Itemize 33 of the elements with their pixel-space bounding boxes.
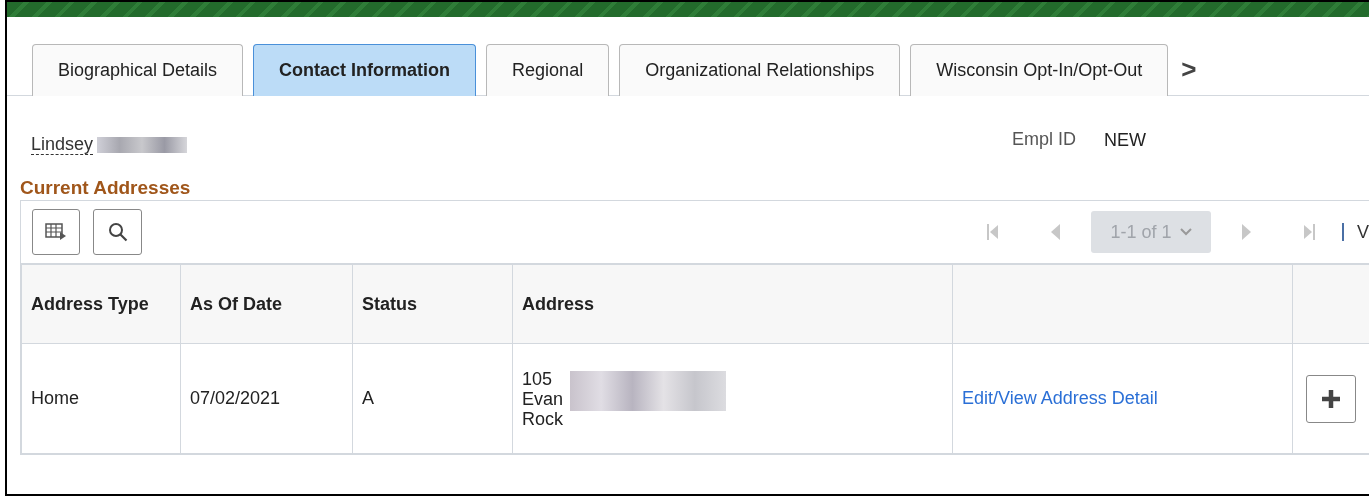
section-title: Current Addresses (19, 177, 192, 199)
table-icon (45, 222, 67, 242)
previous-page-icon[interactable] (1049, 223, 1061, 241)
plus-icon (1320, 387, 1342, 410)
empl-id-label: Empl ID (1012, 128, 1077, 151)
chevron-down-icon (1179, 228, 1192, 236)
column-header: As Of Date (180, 264, 353, 344)
grid-options-button[interactable] (32, 209, 80, 255)
address-line: 105 (522, 368, 553, 389)
next-page-icon[interactable] (1241, 223, 1253, 241)
column-header: Status (352, 264, 513, 344)
address-line: Rock (522, 408, 563, 429)
tab[interactable]: Regional (486, 44, 610, 96)
add-row-button[interactable] (1306, 374, 1356, 423)
tab[interactable]: Contact Information (253, 44, 477, 96)
table-cell: A (352, 343, 513, 454)
tab[interactable]: Wisconsin Opt-In/Opt-Out (910, 44, 1169, 96)
edit-address-link[interactable]: Edit/View Address Detail (962, 388, 1158, 408)
search-button[interactable] (93, 209, 142, 255)
employee-name: Lindsey (31, 134, 94, 155)
empl-id-value: NEW (1104, 129, 1147, 152)
table-cell: Home (21, 343, 181, 454)
column-header: Address Type (21, 264, 181, 344)
first-page-icon[interactable] (987, 223, 999, 241)
table-cell: 07/02/2021 (180, 343, 353, 454)
tab-scroll-button[interactable]: > (1181, 50, 1197, 89)
view-all-link[interactable]: V (1357, 218, 1369, 246)
search-icon (107, 222, 128, 242)
last-page-icon[interactable] (1303, 223, 1315, 241)
tab[interactable]: Biographical Details (32, 44, 244, 96)
column-header: Address (512, 264, 953, 344)
tab[interactable]: Organizational Relationships (619, 44, 901, 96)
address-line: Evan (522, 388, 564, 409)
